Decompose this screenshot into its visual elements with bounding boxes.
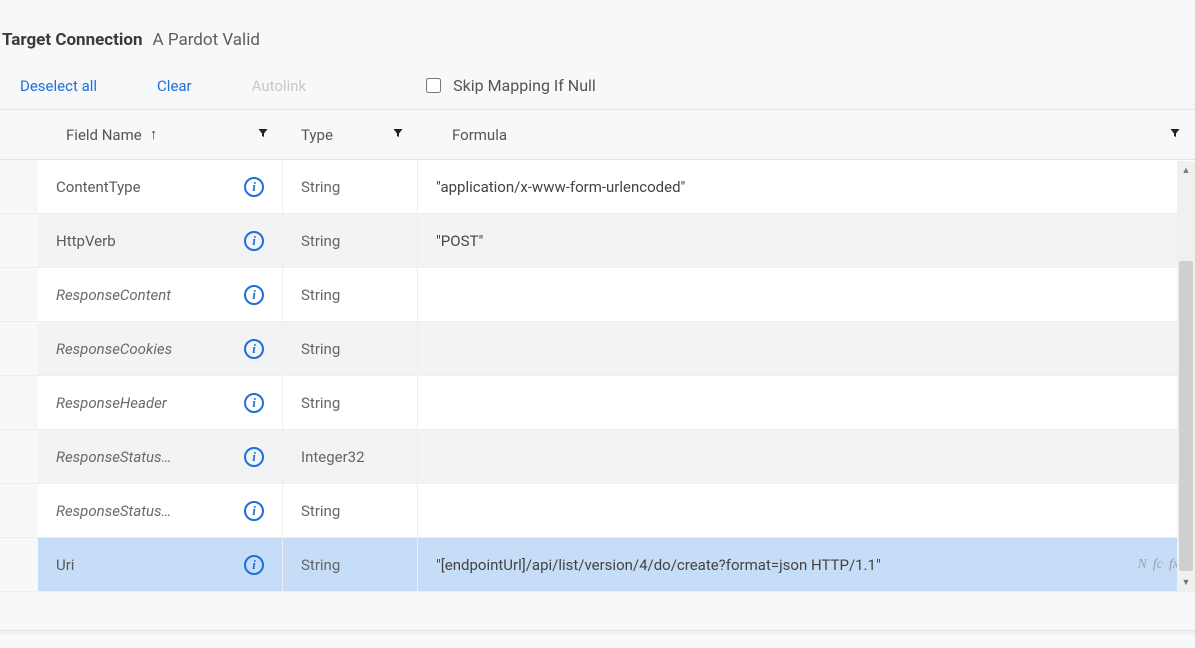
type-cell: String: [283, 376, 418, 429]
sort-asc-icon[interactable]: ↑: [150, 127, 158, 142]
type-cell: String: [283, 214, 418, 267]
table-row[interactable]: ResponseStatus… i Integer32: [0, 430, 1195, 484]
type-cell: String: [283, 538, 418, 591]
info-icon[interactable]: i: [244, 177, 264, 197]
scroll-thumb[interactable]: [1179, 261, 1193, 571]
type-cell: String: [283, 268, 418, 321]
field-name-text: ContentType: [56, 178, 141, 196]
formula-text: "application/x-www-form-urlencoded": [436, 178, 685, 196]
type-cell: Integer32: [283, 430, 418, 483]
row-handle[interactable]: [0, 160, 38, 213]
info-icon[interactable]: i: [244, 393, 264, 413]
field-name-cell[interactable]: ContentType i: [38, 160, 283, 213]
formula-cell[interactable]: "POST": [418, 214, 1195, 267]
mapping-table: Field Name ↑ Type Formula ContentType i St…: [0, 109, 1195, 592]
row-handle[interactable]: [0, 268, 38, 321]
target-connection-label: Target Connection: [2, 30, 143, 50]
info-icon[interactable]: i: [244, 231, 264, 251]
row-handle[interactable]: [0, 322, 38, 375]
field-name-cell[interactable]: ResponseContent i: [38, 268, 283, 321]
table-row[interactable]: Uri i String "[endpointUrl]/api/list/versio…: [0, 538, 1195, 592]
table-row[interactable]: ResponseStatus… i String: [0, 484, 1195, 538]
formula-text: "[endpointUrl]/api/list/version/4/do/cre…: [436, 556, 881, 574]
formula-cell[interactable]: [418, 268, 1195, 321]
deselect-all-link[interactable]: Deselect all: [20, 77, 97, 95]
type-cell: String: [283, 160, 418, 213]
target-connection-value: A Pardot Valid: [153, 30, 260, 50]
filter-icon[interactable]: [257, 127, 269, 143]
row-handle[interactable]: [0, 484, 38, 537]
clear-link[interactable]: Clear: [157, 77, 192, 95]
field-name-text: ResponseStatus…: [56, 502, 171, 520]
field-name-text: ResponseHeader: [56, 394, 167, 412]
column-header-formula[interactable]: Formula: [452, 126, 507, 144]
field-name-text: Uri: [56, 556, 74, 574]
field-name-cell[interactable]: ResponseCookies i: [38, 322, 283, 375]
field-name-text: ResponseContent: [56, 286, 171, 304]
autolink-link: Autolink: [252, 77, 306, 95]
scroll-down-icon[interactable]: ▼: [1177, 573, 1195, 591]
row-handle[interactable]: [0, 214, 38, 267]
footer-divider: [0, 630, 1195, 634]
column-header-type[interactable]: Type: [301, 126, 333, 144]
n-icon[interactable]: N: [1137, 557, 1146, 573]
table-row[interactable]: ResponseCookies i String: [0, 322, 1195, 376]
formula-text: "POST": [436, 232, 483, 250]
formula-tool-icons: Nfcfx: [1137, 557, 1179, 573]
table-row[interactable]: HttpVerb i String "POST": [0, 214, 1195, 268]
skip-mapping-wrapper[interactable]: Skip Mapping If Null: [426, 76, 596, 95]
type-cell: String: [283, 322, 418, 375]
info-icon[interactable]: i: [244, 501, 264, 521]
field-name-text: ResponseStatus…: [56, 448, 171, 466]
formula-cell[interactable]: [418, 322, 1195, 375]
info-icon[interactable]: i: [244, 285, 264, 305]
row-handle[interactable]: [0, 430, 38, 483]
scroll-up-icon[interactable]: ▲: [1177, 161, 1195, 179]
formula-cell[interactable]: "[endpointUrl]/api/list/version/4/do/cre…: [418, 538, 1195, 591]
filter-icon[interactable]: [1169, 127, 1181, 143]
table-row[interactable]: ResponseContent i String: [0, 268, 1195, 322]
formula-cell[interactable]: "application/x-www-form-urlencoded": [418, 160, 1195, 213]
formula-cell[interactable]: [418, 484, 1195, 537]
row-handle[interactable]: [0, 538, 38, 591]
info-icon[interactable]: i: [244, 447, 264, 467]
skip-mapping-label: Skip Mapping If Null: [453, 76, 596, 95]
row-handle[interactable]: [0, 376, 38, 429]
field-name-text: HttpVerb: [56, 232, 116, 250]
table-header: Field Name ↑ Type Formula: [0, 110, 1195, 160]
vertical-scrollbar[interactable]: ▲ ▼: [1177, 161, 1195, 591]
info-icon[interactable]: i: [244, 555, 264, 575]
field-name-cell[interactable]: HttpVerb i: [38, 214, 283, 267]
info-icon[interactable]: i: [244, 339, 264, 359]
field-name-text: ResponseCookies: [56, 340, 172, 358]
field-name-cell[interactable]: ResponseHeader i: [38, 376, 283, 429]
formula-cell[interactable]: [418, 376, 1195, 429]
type-cell: String: [283, 484, 418, 537]
field-name-cell[interactable]: ResponseStatus… i: [38, 430, 283, 483]
skip-mapping-checkbox[interactable]: [426, 78, 441, 93]
field-name-cell[interactable]: ResponseStatus… i: [38, 484, 283, 537]
column-header-field-name[interactable]: Field Name: [66, 126, 142, 144]
table-row[interactable]: ContentType i String "application/x-www-for…: [0, 160, 1195, 214]
table-row[interactable]: ResponseHeader i String: [0, 376, 1195, 430]
formula-cell[interactable]: [418, 430, 1195, 483]
field-name-cell[interactable]: Uri i: [38, 538, 283, 591]
fc-icon[interactable]: fc: [1153, 557, 1163, 573]
filter-icon[interactable]: [392, 127, 404, 143]
